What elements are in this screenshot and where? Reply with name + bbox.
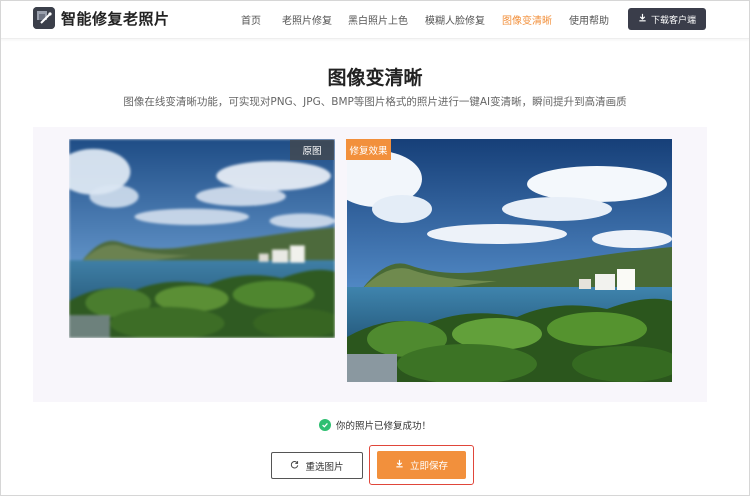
success-message: 你的照片已修复成功！ <box>0 418 750 432</box>
photo-restore-logo-icon[interactable] <box>33 7 55 29</box>
download-icon <box>638 13 647 25</box>
nav-item-image-enhance[interactable]: 图像变清晰 <box>502 12 552 27</box>
refresh-icon <box>290 460 299 472</box>
download-client-button[interactable]: 下载客户端 <box>628 8 706 30</box>
download-client-label: 下载客户端 <box>650 15 696 26</box>
reselect-image-label: 重选图片 <box>305 461 344 473</box>
enhanced-photo <box>347 139 672 382</box>
page-subtitle: 图像在线变清晰功能，可实现对PNG、JPG、BMP等图片格式的照片进行一键AI变… <box>123 96 627 108</box>
success-text: 你的照片已修复成功！ <box>335 421 431 432</box>
save-now-button[interactable]: 立即保存 <box>377 451 466 479</box>
nav-item-colorize[interactable]: 黑白照片上色 <box>348 12 408 27</box>
save-now-label: 立即保存 <box>409 461 448 472</box>
top-nav-bar: 智能修复老照片 首页 老照片修复 黑白照片上色 模糊人脸修复 图像变清晰 使用帮… <box>0 0 750 39</box>
nav-item-help[interactable]: 使用帮助 <box>569 12 609 27</box>
app-title[interactable]: 智能修复老照片 <box>61 8 170 29</box>
download-icon <box>395 459 404 471</box>
enhanced-tag: 修复效果 <box>346 139 391 160</box>
nav-item-home[interactable]: 首页 <box>241 12 261 27</box>
page-title: 图像变清晰 <box>327 67 423 89</box>
reselect-image-button[interactable]: 重选图片 <box>271 452 363 479</box>
check-circle-icon <box>318 419 331 431</box>
nav-item-old-photo-repair[interactable]: 老照片修复 <box>282 12 332 27</box>
original-photo <box>69 139 335 338</box>
original-tag: 原图 <box>290 140 334 160</box>
nav-item-face-repair[interactable]: 模糊人脸修复 <box>425 12 485 27</box>
